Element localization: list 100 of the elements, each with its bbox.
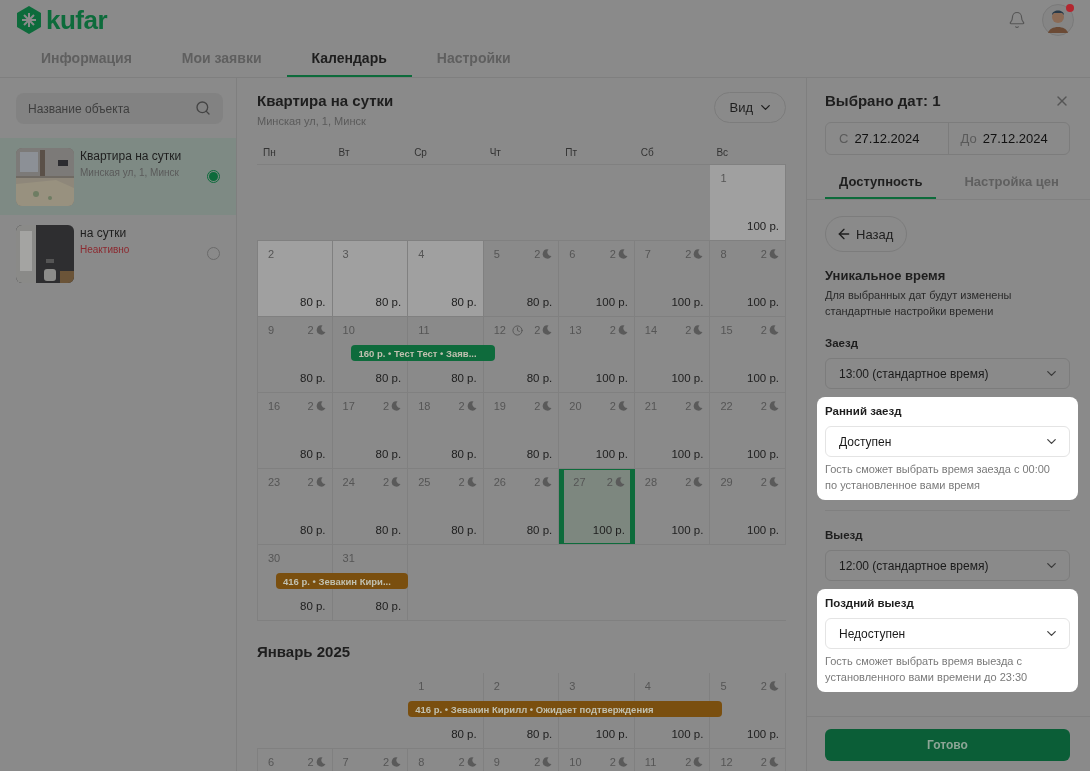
date-from-value: 27.12.2024 (854, 131, 920, 146)
day-price: 80 р. (300, 524, 326, 536)
moon-icon (391, 401, 402, 411)
day-price: 80 р. (526, 524, 553, 536)
moon-icon (391, 477, 402, 487)
day-cell[interactable]: 1 100 р. (710, 165, 786, 240)
day-price: 80 р. (526, 372, 553, 384)
search-field[interactable]: Название объекта (16, 93, 223, 124)
moon-icon (542, 477, 553, 487)
day-price: 100 р. (671, 296, 704, 308)
listing-status: Неактивно (80, 244, 131, 255)
listing-title: Квартира на сутки (80, 149, 183, 163)
section-description: Для выбранных дат будут изменены стандартные настройки времени (825, 288, 1013, 319)
month-title: Январь 2025 (257, 642, 352, 662)
day-number: 3 (342, 248, 349, 260)
moon-icon (769, 249, 779, 259)
weekday-label: Пт (564, 147, 579, 158)
time-select[interactable]: Доступен (825, 426, 1070, 457)
time-select[interactable]: 13:00 (стандартное время) (825, 358, 1070, 389)
day-number: 2 (268, 248, 275, 260)
day-price: 100 р. (747, 296, 779, 308)
moon-icon (617, 757, 628, 767)
date-to-value: 27.12.2024 (982, 131, 1048, 146)
day-price: 80 р. (375, 600, 402, 612)
weekday-label: Пн (262, 147, 277, 158)
day-price: 80 р. (300, 448, 326, 460)
day-price: 100 р. (592, 524, 625, 536)
day-price: 80 р. (526, 728, 553, 740)
day-price: 100 р. (595, 296, 628, 308)
field-label: Выезд (825, 529, 864, 541)
day-price: 80 р. (451, 372, 477, 384)
moon-icon (617, 249, 628, 259)
day-price: 100 р. (671, 372, 704, 384)
field-label: Ранний заезд (825, 405, 903, 417)
day-price: 80 р. (451, 524, 477, 536)
day-price: 80 р. (451, 448, 477, 460)
moon-icon (769, 401, 779, 411)
moon-icon (693, 249, 704, 259)
booking-bar[interactable]: 416 р. • Зевакин Кири... (275, 573, 409, 589)
weekday-label: Вт (337, 147, 351, 158)
moon-icon (315, 325, 326, 335)
radio-button[interactable] (207, 170, 220, 183)
moon-icon (769, 681, 779, 691)
day-price: 100 р. (747, 372, 779, 384)
booking-bar[interactable]: 416 р. • Зевакин Кирилл • Ожидает подтверждения (408, 701, 722, 717)
weekday-label: Ср (413, 147, 428, 158)
time-select[interactable]: 12:00 (стандартное время) (825, 550, 1070, 581)
back-button[interactable]: Назад (825, 216, 908, 252)
day-price: 80 р. (375, 524, 402, 536)
moon-icon (466, 757, 477, 767)
field-hint: Гость сможет выбрать время заезда с 00:00 по установленное вами время (825, 462, 1051, 493)
moon-icon (693, 401, 704, 411)
day-price: 80 р. (375, 372, 402, 384)
avatar-icon[interactable] (1042, 4, 1074, 36)
day-price: 80 р. (300, 296, 326, 308)
day-price: 100 р. (595, 728, 628, 740)
moon-icon (617, 325, 628, 335)
view-button[interactable]: Вид (714, 92, 786, 123)
bell-icon[interactable] (1008, 11, 1026, 29)
moon-icon (542, 325, 553, 335)
moon-icon (466, 401, 477, 411)
moon-icon (466, 477, 477, 487)
time-select[interactable]: Недоступен (825, 618, 1070, 649)
day-number: 1 (720, 172, 727, 184)
search-icon[interactable] (195, 100, 211, 116)
nav-tab[interactable]: Календарь (286, 40, 412, 77)
listing-title: на сутки (80, 226, 128, 240)
day-price: 80 р. (375, 296, 402, 308)
moon-icon (769, 477, 779, 487)
calendar-title: Квартира на сутки (257, 92, 394, 109)
day-price: 100 р. (747, 524, 779, 536)
panel-title: Выбрано дат: 1 (825, 92, 941, 109)
moon-icon (769, 757, 779, 767)
moon-icon (693, 757, 704, 767)
logo-icon (16, 6, 42, 34)
day-cell[interactable]: 2 80 р. (257, 241, 333, 316)
done-button[interactable]: Готово (825, 729, 1070, 761)
day-price: 100 р. (671, 728, 704, 740)
day-price: 100 р. (747, 220, 779, 232)
day-price: 80 р. (526, 448, 553, 460)
weekday-label: Сб (639, 147, 655, 158)
moon-icon (315, 757, 326, 767)
booking-bar[interactable]: 160 р. • Тест Тест • Заяв... (351, 345, 496, 361)
moon-icon (542, 249, 553, 259)
day-price: 100 р. (671, 448, 704, 460)
day-price: 100 р. (747, 448, 779, 460)
weekday-label: Вс (715, 147, 730, 158)
moon-icon (542, 757, 553, 767)
moon-icon (315, 477, 326, 487)
moon-icon (542, 401, 553, 411)
day-price: 80 р. (451, 296, 477, 308)
moon-icon (391, 757, 402, 767)
panel-tab[interactable]: Доступность (825, 166, 937, 199)
day-price: 80 р. (300, 372, 326, 384)
day-price: 100 р. (595, 448, 628, 460)
day-cell[interactable]: 3 80 р. (332, 241, 409, 316)
moon-icon (614, 477, 625, 487)
day-price: 100 р. (747, 728, 779, 740)
listing-item[interactable]: на сутки Неактивно (0, 215, 236, 292)
day-cell[interactable]: 4 80 р. (408, 241, 484, 316)
